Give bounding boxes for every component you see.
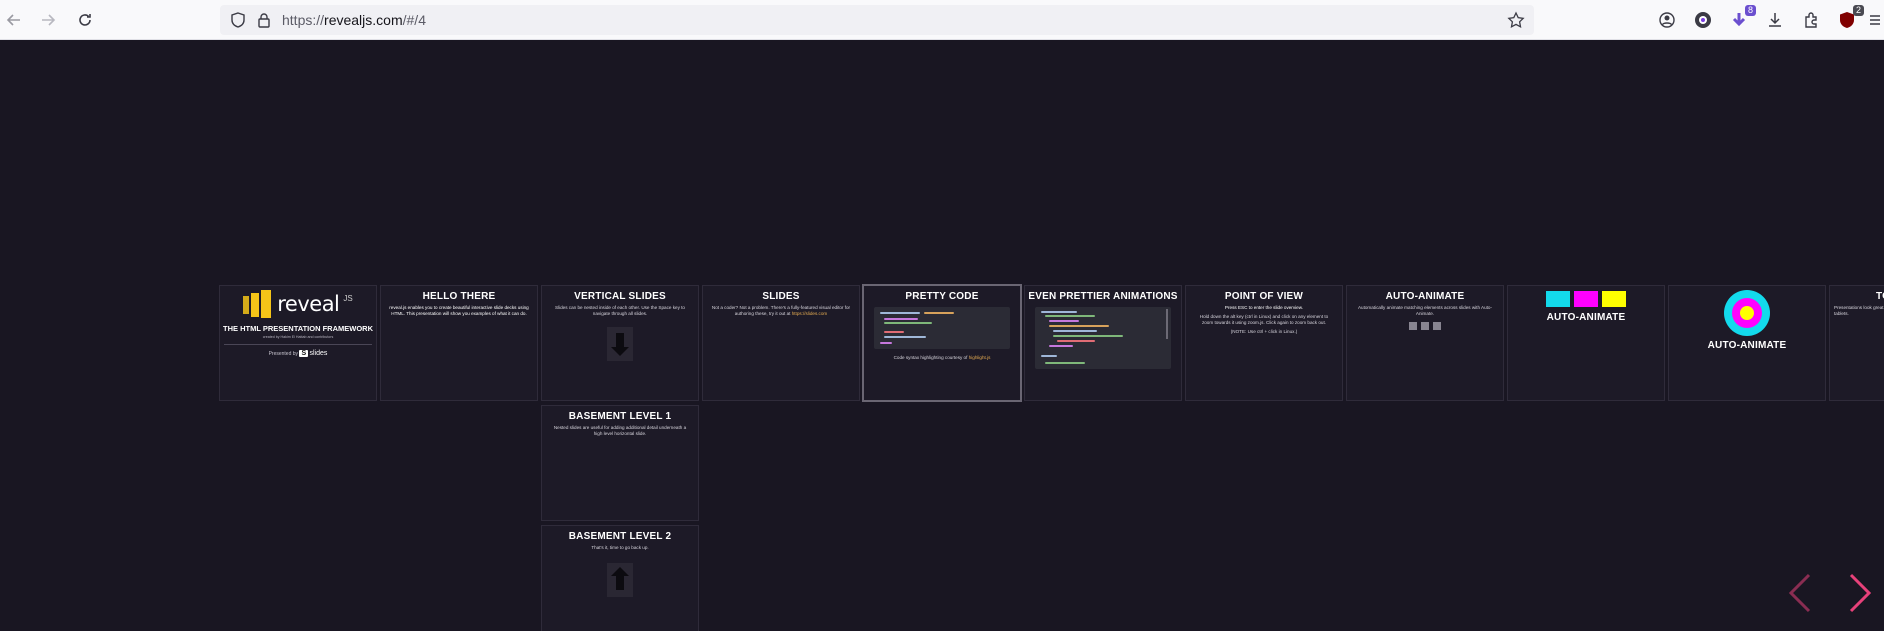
chevron-right-icon xyxy=(1849,573,1872,613)
reload-icon xyxy=(79,14,91,26)
arrow-up-icon xyxy=(607,563,633,597)
reveal-logo-mark-icon xyxy=(243,290,273,318)
ublock-badge: 2 xyxy=(1852,5,1864,16)
extension-download-icon[interactable]: 8 xyxy=(1728,5,1756,31)
arrow-down-icon xyxy=(607,327,633,361)
code-block xyxy=(874,307,1010,349)
menu-icon[interactable] xyxy=(1864,9,1884,31)
square-3 xyxy=(1433,322,1441,330)
title-credit: created by Hakim El Hattab and contribut… xyxy=(262,335,334,339)
slide-hello-there[interactable]: HELLO THERE reveal.js enables you to cre… xyxy=(380,285,538,401)
chevron-left-icon xyxy=(1788,573,1811,613)
slide-even-prettier-animations[interactable]: EVEN PRETTIER ANIMATIONS xyxy=(1024,285,1182,401)
slide-body-text: Code syntax highlighting courtesy of xyxy=(893,355,968,360)
slide-auto-animate-2[interactable]: AUTO-ANIMATE xyxy=(1507,285,1665,401)
reload-button[interactable] xyxy=(73,8,97,32)
slide-body-2: Hold down the alt key (ctrl in Linux) an… xyxy=(1199,314,1329,325)
slide-heading: POINT OF VIEW xyxy=(1224,291,1304,302)
slide-heading: AUTO-ANIMATE xyxy=(1707,340,1787,351)
slide-body: Slides can be nested inside of each othe… xyxy=(555,305,685,316)
slide-body-text: Not a coder? Not a problem. There's a fu… xyxy=(711,305,851,316)
cyan-square xyxy=(1546,291,1570,307)
slide-heading: PRETTY CODE xyxy=(905,291,979,302)
slide-body-1: Press ESC to enter the slide overview. xyxy=(1224,305,1304,310)
slide-body: reveal.js enables you to create beautifu… xyxy=(389,305,529,316)
slide-basement-level-2[interactable]: BASEMENT LEVEL 2 That's it, time to go b… xyxy=(541,525,699,631)
ublock-icon[interactable]: 2 xyxy=(1836,5,1864,31)
prev-slide-button[interactable] xyxy=(1785,568,1815,628)
slide-body: Code syntax highlighting courtesy of hig… xyxy=(872,355,1012,361)
yellow-square xyxy=(1602,291,1626,307)
slide-title[interactable]: reveal JS THE HTML PRESENTATION FRAMEWORK… xyxy=(219,285,377,401)
sponsor-prefix: Presented by xyxy=(268,351,299,357)
slides-logo-word: slides xyxy=(309,350,328,357)
privacy-extension-icon[interactable] xyxy=(1692,9,1714,31)
slide-body: Not a coder? Not a problem. There's a fu… xyxy=(711,305,851,317)
url-scheme: https:// xyxy=(282,12,325,28)
colored-squares xyxy=(1508,291,1664,307)
arrow-right-icon xyxy=(42,14,56,26)
logo-word: reveal xyxy=(277,292,340,316)
magenta-square xyxy=(1574,291,1598,307)
slide-body-3: (NOTE: Use ctrl + click in Linux.) xyxy=(1230,329,1298,334)
slide-vertical-slides[interactable]: VERTICAL SLIDES Slides can be nested ins… xyxy=(541,285,699,401)
square-1 xyxy=(1409,322,1417,330)
url-host: revealjs.com xyxy=(324,12,403,28)
slide-heading: BASEMENT LEVEL 1 xyxy=(568,411,672,422)
slides-logo-mark: S xyxy=(299,350,309,357)
slide-auto-animate-1[interactable]: AUTO-ANIMATE Automatically animate match… xyxy=(1346,285,1504,401)
slide-heading: VERTICAL SLIDES xyxy=(574,291,666,302)
forward-button[interactable] xyxy=(36,8,60,32)
target-circles xyxy=(1724,290,1770,336)
slide-touch[interactable]: TOU Presentations look great on touch de… xyxy=(1829,285,1884,401)
extension-badge: 8 xyxy=(1744,5,1756,16)
downloads-icon[interactable] xyxy=(1764,9,1786,31)
title-subtitle: THE HTML PRESENTATION FRAMEWORK xyxy=(223,324,373,333)
next-slide-button[interactable] xyxy=(1845,568,1875,628)
account-icon[interactable] xyxy=(1656,9,1678,31)
browser-toolbar: https://revealjs.com/#/4 8 2 xyxy=(0,0,1884,40)
slide-body: Presentations look great on touch device… xyxy=(1834,305,1884,316)
shield-icon[interactable] xyxy=(229,11,247,29)
url-bar[interactable]: https://revealjs.com/#/4 xyxy=(220,5,1534,35)
slide-heading: AUTO-ANIMATE xyxy=(1546,312,1626,323)
slide-heading: TOU xyxy=(1876,291,1884,302)
slide-basement-level-1[interactable]: BASEMENT LEVEL 1 Nested slides are usefu… xyxy=(541,405,699,521)
slide-heading: EVEN PRETTIER ANIMATIONS xyxy=(1028,291,1178,302)
arrow-left-icon xyxy=(6,14,20,26)
slide-heading: BASEMENT LEVEL 2 xyxy=(568,531,672,542)
back-button[interactable] xyxy=(2,8,26,32)
slide-heading: AUTO-ANIMATE xyxy=(1385,291,1465,302)
square-2 xyxy=(1421,322,1429,330)
title-divider xyxy=(224,344,372,345)
slide-body: Automatically animate matching elements … xyxy=(1357,305,1493,316)
animated-squares xyxy=(1347,322,1503,330)
slide-heading: HELLO THERE xyxy=(422,291,496,302)
slide-pretty-code[interactable]: PRETTY CODE Code syntax highlighting cou… xyxy=(862,284,1022,402)
bookmark-star-icon[interactable] xyxy=(1507,11,1525,29)
slide-body: Nested slides are useful for adding addi… xyxy=(553,425,687,436)
url-text[interactable]: https://revealjs.com/#/4 xyxy=(282,12,426,28)
slide-heading: SLIDES xyxy=(762,291,800,302)
extensions-puzzle-icon[interactable] xyxy=(1800,9,1822,31)
slide-auto-animate-3[interactable]: AUTO-ANIMATE xyxy=(1668,285,1826,401)
slide-overview: reveal JS THE HTML PRESENTATION FRAMEWORK… xyxy=(0,40,1884,631)
url-path: /#/4 xyxy=(402,12,426,28)
lock-icon[interactable] xyxy=(255,11,273,29)
title-sponsor: Presented by S slides xyxy=(220,350,376,357)
highlightjs-link[interactable]: highlight.js xyxy=(969,355,991,360)
slide-slides-editor[interactable]: SLIDES Not a coder? Not a problem. There… xyxy=(702,285,860,401)
logo-suffix: JS xyxy=(343,294,353,303)
slide-body: That's it, time to go back up. xyxy=(591,545,649,550)
code-block xyxy=(1035,307,1171,369)
slide-point-of-view[interactable]: POINT OF VIEW Press ESC to enter the sli… xyxy=(1185,285,1343,401)
revealjs-logo: reveal JS xyxy=(220,290,376,318)
slides-link[interactable]: https://slides.com xyxy=(792,311,828,316)
